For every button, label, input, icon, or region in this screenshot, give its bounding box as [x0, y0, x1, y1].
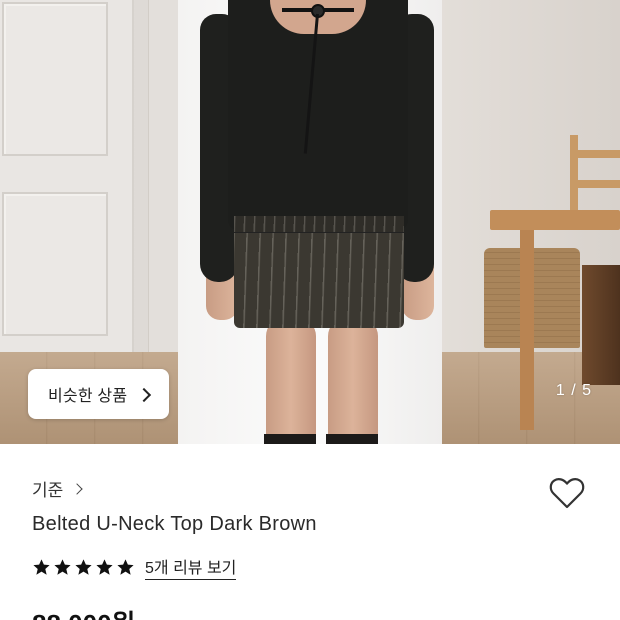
- view-reviews-link[interactable]: 5개 리뷰 보기: [145, 554, 237, 580]
- star-icon: [33, 558, 50, 575]
- star-rating: [32, 558, 135, 577]
- product-photo-carousel[interactable]: 비슷한 상품 1 / 5: [0, 0, 620, 444]
- brand-name: 기준: [32, 481, 64, 500]
- model-top: [228, 0, 408, 230]
- image-pager: 1 / 5: [555, 382, 592, 399]
- chevron-right-icon: [71, 482, 83, 495]
- product-detail-page: 비슷한 상품 1 / 5 기준 Belted U-Neck Top Dark B…: [0, 0, 620, 620]
- star-icon: [54, 558, 71, 575]
- similar-products-label: 비슷한 상품: [48, 388, 128, 405]
- star-icon: [96, 558, 113, 575]
- rating-row: 5개 리뷰 보기: [32, 554, 237, 580]
- star-icon: [117, 558, 134, 575]
- model-legs: [262, 318, 378, 444]
- heart-icon[interactable]: [546, 472, 588, 514]
- photo-door: [0, 0, 134, 352]
- product-price: 88,000원: [32, 604, 135, 620]
- brand-link[interactable]: 기준: [32, 476, 83, 501]
- similar-products-button[interactable]: 비슷한 상품: [28, 369, 170, 419]
- product-title: Belted U-Neck Top Dark Brown: [32, 513, 317, 535]
- star-icon: [75, 558, 92, 575]
- chevron-right-icon: [137, 387, 152, 402]
